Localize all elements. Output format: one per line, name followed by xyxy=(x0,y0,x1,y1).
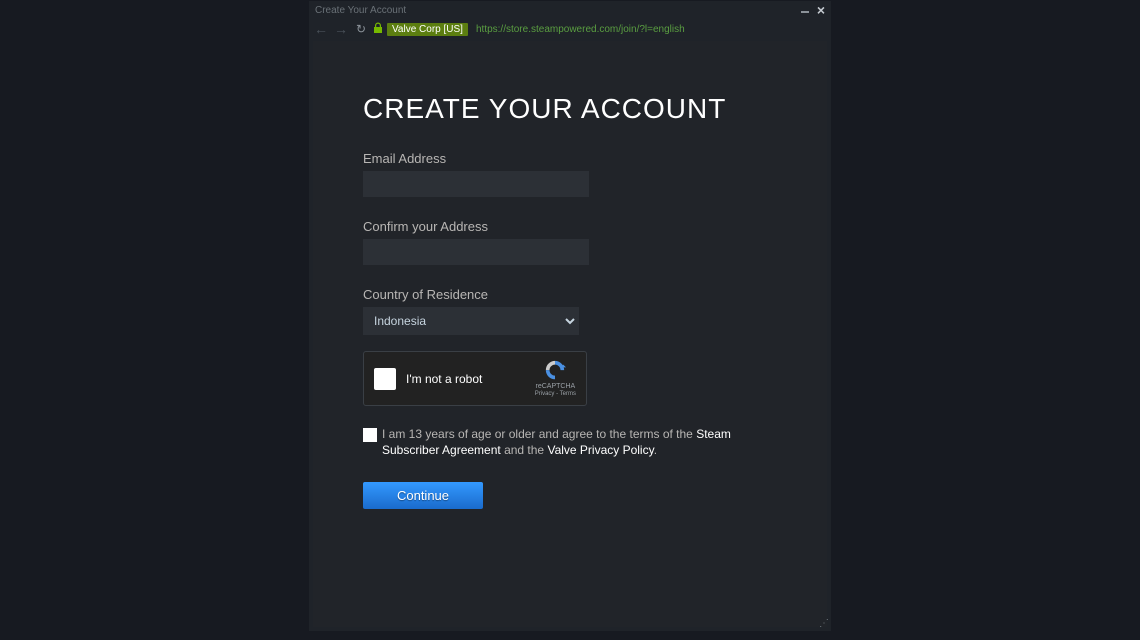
country-select[interactable]: Indonesia xyxy=(363,307,579,335)
content-area: CREATE YOUR ACCOUNT Email Address Confir… xyxy=(313,41,827,627)
privacy-policy-link[interactable]: Valve Privacy Policy xyxy=(547,443,653,457)
email-group: Email Address xyxy=(363,151,777,197)
titlebar: Create Your Account × xyxy=(309,1,831,19)
recaptcha-label: I'm not a robot xyxy=(406,372,535,386)
agreement-text: I am 13 years of age or older and agree … xyxy=(382,426,777,458)
recaptcha-logo: reCAPTCHA Privacy - Terms xyxy=(535,360,576,397)
email-label: Email Address xyxy=(363,151,777,166)
close-icon[interactable]: × xyxy=(817,5,825,15)
forward-icon[interactable]: → xyxy=(333,21,349,37)
url-text[interactable]: https://store.steampowered.com/join/?l=e… xyxy=(472,24,685,35)
country-group: Country of Residence Indonesia xyxy=(363,287,777,335)
recaptcha-brand: reCAPTCHA xyxy=(536,383,576,390)
window-title: Create Your Account xyxy=(315,5,801,16)
confirm-email-label: Confirm your Address xyxy=(363,219,777,234)
refresh-icon[interactable]: ↻ xyxy=(353,22,369,36)
country-label: Country of Residence xyxy=(363,287,777,302)
back-icon[interactable]: ← xyxy=(313,21,329,37)
cert-badge: Valve Corp [US] xyxy=(387,23,468,36)
email-field[interactable] xyxy=(363,171,589,197)
recaptcha-widget: I'm not a robot reCAPTCHA Privacy - Term… xyxy=(363,351,587,406)
continue-button[interactable]: Continue xyxy=(363,482,483,509)
confirm-email-group: Confirm your Address xyxy=(363,219,777,265)
window-controls: × xyxy=(801,5,825,15)
addressbar: ← → ↻ Valve Corp [US] https://store.stea… xyxy=(309,19,831,39)
agreement-row: I am 13 years of age or older and agree … xyxy=(363,426,777,458)
resize-grip-icon[interactable]: ⋰ xyxy=(819,619,829,629)
lock-icon xyxy=(373,22,383,37)
recaptcha-terms[interactable]: Privacy - Terms xyxy=(535,391,576,397)
recaptcha-icon xyxy=(543,360,567,382)
minimize-icon[interactable] xyxy=(801,11,809,13)
page-title: CREATE YOUR ACCOUNT xyxy=(363,93,777,125)
recaptcha-checkbox[interactable] xyxy=(374,368,396,390)
agreement-mid-text: and the xyxy=(501,443,548,457)
browser-window: Create Your Account × ← → ↻ Valve Corp [… xyxy=(309,1,831,631)
confirm-email-field[interactable] xyxy=(363,239,589,265)
agreement-prefix-text: I am 13 years of age or older and agree … xyxy=(382,427,696,441)
agreement-checkbox[interactable] xyxy=(363,428,377,442)
agreement-suffix-text: . xyxy=(654,443,657,457)
